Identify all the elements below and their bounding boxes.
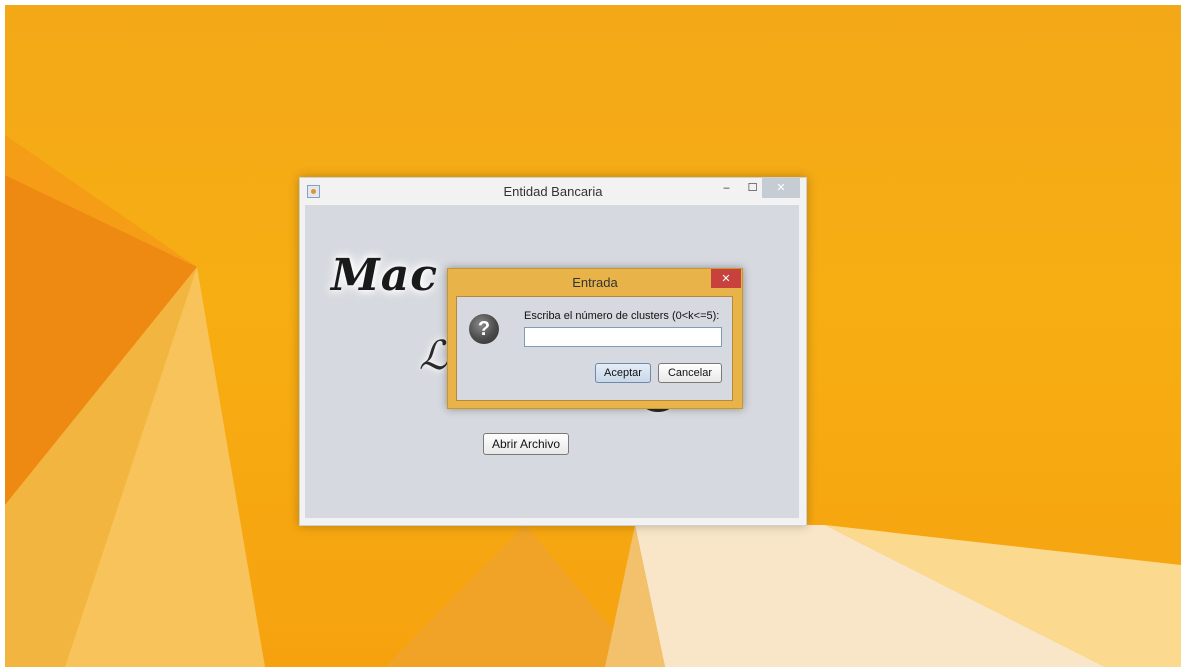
dialog-title: Entrada [572,275,618,290]
question-icon: ? [469,314,499,344]
dialog-close-button[interactable]: ✕ [711,269,741,288]
prompt-label: Escriba el número de clusters (0<k<=5): [524,310,720,322]
input-dialog: Entrada ✕ ? Escriba el número de cluster… [447,268,743,409]
minimize-button[interactable]: ‒ [713,178,740,198]
open-file-button[interactable]: Abrir Archivo [483,433,569,455]
dialog-body: ? Escriba el número de clusters (0<k<=5)… [456,296,733,401]
logo-text: Mac [331,250,439,301]
clusters-input[interactable] [524,327,722,347]
title-bar: Entidad Bancaria ‒ ☐ ✕ [300,178,806,205]
cancel-button[interactable]: Cancelar [658,363,722,383]
accept-button[interactable]: Aceptar [595,363,651,383]
close-button[interactable]: ✕ [762,178,800,198]
